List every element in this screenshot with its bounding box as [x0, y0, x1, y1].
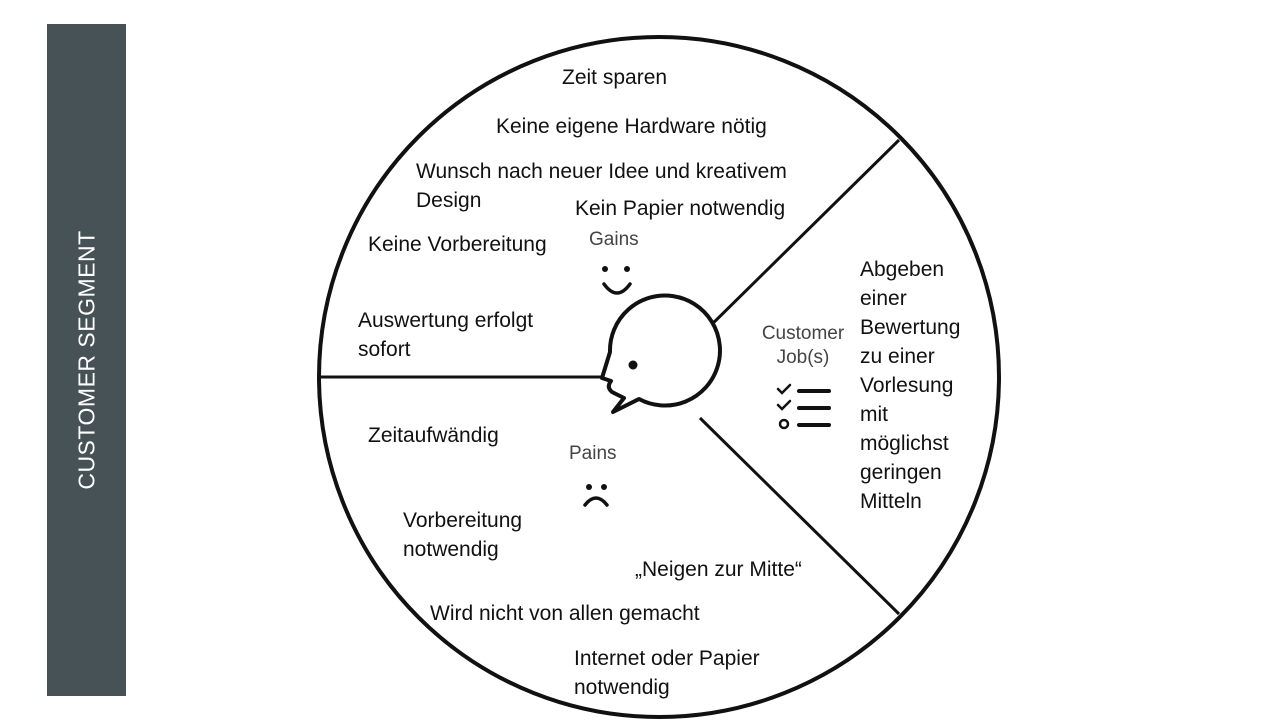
job-line: Bewertung: [860, 316, 961, 339]
pain-item-line: Internet oder Papier: [574, 647, 760, 670]
customer-jobs-label: Customer Job(s): [754, 322, 852, 370]
customer-face-icon: [600, 293, 722, 414]
gain-item: Auswertung erfolgt sofort: [358, 306, 533, 364]
job-line: Abgeben: [860, 258, 945, 281]
gain-item: Kein Papier notwendig: [575, 197, 786, 220]
pain-item-line: notwendig: [574, 676, 670, 699]
job-line: Vorlesung: [860, 374, 954, 397]
customer-jobs-label-line2: Job(s): [776, 347, 830, 368]
gain-item-line: sofort: [358, 338, 411, 361]
pain-item: Vorbereitung notwendig: [403, 506, 522, 564]
frown-icon: [583, 484, 609, 507]
gain-item: Keine eigene Hardware nötig: [496, 115, 767, 138]
job-line: zu einer: [860, 345, 935, 368]
gain-item-line: Auswertung erfolgt: [358, 309, 534, 332]
pains-label: Pains: [569, 443, 617, 464]
gains-label: Gains: [589, 229, 639, 250]
pain-item-line: Vorbereitung: [403, 509, 523, 532]
job-line: mit: [860, 403, 888, 426]
customer-job-text: Abgeben einer Bewertung zu einer Vorlesu…: [860, 255, 960, 516]
job-line: Mitteln: [860, 490, 922, 513]
pain-item: Internet oder Papier notwendig: [574, 644, 760, 702]
customer-jobs-label-line1: Customer: [761, 323, 845, 344]
pain-item-line: notwendig: [403, 538, 499, 561]
job-line: geringen: [860, 461, 942, 484]
pain-item: „Neigen zur Mitte“: [635, 558, 802, 581]
gain-item: Zeit sparen: [562, 66, 668, 89]
pain-item: Wird nicht von allen gemacht: [430, 602, 700, 625]
pain-item: Zeitaufwändig: [368, 424, 499, 447]
job-line: möglichst: [860, 432, 949, 455]
checklist-icon: [776, 383, 831, 430]
smiley-icon: [602, 266, 632, 295]
gain-item: Keine Vorbereitung: [368, 233, 547, 256]
job-line: einer: [860, 287, 907, 310]
gain-item-line: Wunsch nach neuer Idee und kreativem: [416, 160, 787, 183]
